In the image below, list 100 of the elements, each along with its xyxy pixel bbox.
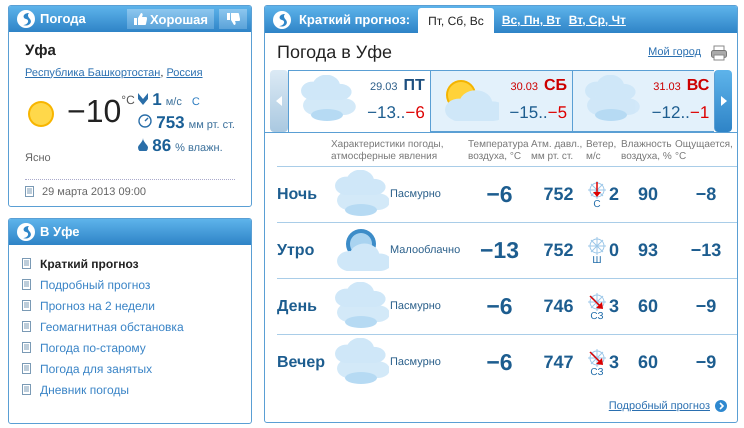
period-tab[interactable]: Вс, Пн, Вт bbox=[502, 10, 561, 28]
temperature: −10 bbox=[67, 95, 122, 127]
temperature-unit: °C bbox=[121, 92, 135, 109]
next-button[interactable] bbox=[714, 70, 732, 132]
logo-icon bbox=[17, 10, 35, 28]
thumb-up-icon bbox=[133, 12, 148, 26]
wind-icon bbox=[138, 93, 148, 105]
column-header: Влажность воздуха, % bbox=[621, 139, 673, 164]
weather-condition: Пасмурно bbox=[390, 299, 442, 314]
menu-link[interactable]: Краткий прогноз bbox=[40, 253, 139, 274]
arrow-left-icon bbox=[276, 96, 282, 106]
temperature: −6 bbox=[485, 180, 514, 210]
pressure: 747 bbox=[542, 351, 575, 374]
document-icon bbox=[22, 321, 31, 332]
wind-direction: С bbox=[593, 200, 601, 210]
arrow-right-icon bbox=[720, 96, 727, 106]
period-label: День bbox=[277, 296, 318, 316]
humidity: 90 bbox=[636, 183, 660, 206]
column-header: Температура воздуха, °С bbox=[468, 139, 530, 164]
separator: , bbox=[160, 66, 164, 80]
day-date: 30.03 bbox=[510, 80, 538, 95]
wind-arrow-icon bbox=[586, 180, 608, 200]
panel-title: Краткий прогноз: bbox=[299, 10, 410, 29]
stat-unit: м/с bbox=[166, 95, 182, 110]
feels-like: −13 bbox=[690, 239, 722, 262]
wind-direction: С bbox=[192, 95, 200, 110]
period-tab[interactable]: Пт, Сб, Вс bbox=[418, 8, 494, 33]
wind-speed: 3 bbox=[609, 295, 620, 318]
document-icon bbox=[22, 279, 31, 290]
update-date: 29 марта 2013 09:00 bbox=[42, 184, 146, 200]
document-icon bbox=[22, 342, 31, 353]
region-link[interactable]: Республика Башкортостан bbox=[25, 64, 160, 81]
day-card[interactable]: 29.03 ПТ −13..−6 bbox=[288, 70, 430, 132]
stat-value: 86 bbox=[152, 135, 172, 157]
feels-like: −9 bbox=[694, 351, 718, 374]
period-label: Вечер bbox=[277, 352, 326, 372]
pressure: 746 bbox=[542, 295, 575, 318]
city-name: Уфа bbox=[25, 41, 57, 61]
document-icon bbox=[22, 258, 31, 269]
weather-condition: Пасмурно bbox=[390, 187, 442, 202]
stat-value: 1 bbox=[152, 89, 162, 111]
day-date: 29.03 bbox=[370, 80, 398, 95]
document-icon bbox=[25, 186, 34, 198]
weather-condition: Малооблачно bbox=[390, 243, 462, 258]
printer-icon bbox=[711, 44, 727, 60]
menu-link[interactable]: Дневник погоды bbox=[40, 379, 130, 400]
column-header: Атм. давл., мм рт. ст. bbox=[531, 139, 584, 164]
temperature-range: −15..−5 bbox=[509, 102, 568, 124]
thumb-down-icon bbox=[226, 12, 240, 26]
pressure: 752 bbox=[542, 239, 575, 262]
menu-link[interactable]: Погода по-старому bbox=[40, 337, 146, 358]
period-tab[interactable]: Вт, Ср, Чт bbox=[568, 10, 626, 28]
wind-speed: 3 bbox=[609, 351, 620, 374]
menu-link[interactable]: Прогноз на 2 недели bbox=[40, 295, 156, 316]
day-name: ПТ bbox=[404, 76, 425, 96]
stat-value: 753 bbox=[156, 112, 185, 134]
temperature: −13 bbox=[478, 236, 520, 266]
period-label: Утро bbox=[277, 240, 316, 260]
drop-icon bbox=[138, 138, 148, 151]
forecast-title: Погода в Уфе bbox=[277, 41, 392, 64]
feels-like: −8 bbox=[694, 183, 718, 206]
detailed-forecast-link[interactable]: Подробный прогноз bbox=[608, 398, 710, 414]
chevron-right-icon bbox=[715, 400, 727, 412]
sun-icon bbox=[25, 98, 57, 130]
humidity: 60 bbox=[636, 351, 660, 374]
column-header: Ветер, м/с bbox=[586, 139, 618, 164]
wind-direction: Ш bbox=[592, 256, 602, 266]
temperature: −6 bbox=[485, 292, 514, 322]
weather-condition: Ясно bbox=[25, 151, 52, 166]
logo-icon bbox=[17, 223, 35, 241]
wind-direction: СЗ bbox=[590, 368, 604, 378]
column-header: Ощущается, °С bbox=[675, 139, 734, 164]
temperature: −6 bbox=[485, 348, 514, 378]
previous-button[interactable] bbox=[270, 70, 288, 132]
gauge-icon bbox=[138, 114, 152, 128]
day-card[interactable]: 31.03 ВС −12..−1 bbox=[572, 70, 714, 132]
document-icon bbox=[22, 300, 31, 311]
day-card[interactable]: 30.03 СБ −15..−5 bbox=[430, 70, 572, 132]
temperature-range: −13..−6 bbox=[367, 102, 425, 124]
document-icon bbox=[22, 363, 31, 374]
day-name: ВС bbox=[686, 76, 710, 96]
humidity: 60 bbox=[636, 295, 660, 318]
menu-link[interactable]: Погода для занятых bbox=[40, 358, 152, 379]
day-name: СБ bbox=[544, 76, 568, 96]
weather-condition: Пасмурно bbox=[390, 355, 442, 370]
stat-unit: мм рт. ст. bbox=[188, 118, 235, 133]
panel-title: Погода bbox=[40, 10, 86, 28]
temperature-range: −12..−1 bbox=[652, 102, 710, 124]
column-header: Характеристики погоды, атмосферные явления bbox=[331, 139, 444, 164]
wind-arrow-icon bbox=[586, 292, 608, 312]
menu-link[interactable]: Подробный прогноз bbox=[40, 274, 150, 295]
stat-unit: % влажн. bbox=[175, 141, 223, 156]
wind-speed: 2 bbox=[609, 183, 620, 206]
menu-link[interactable]: Геомагнитная обстановка bbox=[40, 316, 184, 337]
wind-direction: СЗ bbox=[590, 312, 604, 322]
dislike-button[interactable] bbox=[219, 9, 247, 29]
logo-icon bbox=[273, 10, 291, 28]
humidity: 93 bbox=[636, 239, 660, 262]
region-link[interactable]: Россия bbox=[166, 64, 203, 81]
my-city-link[interactable]: Мой город bbox=[648, 44, 701, 61]
